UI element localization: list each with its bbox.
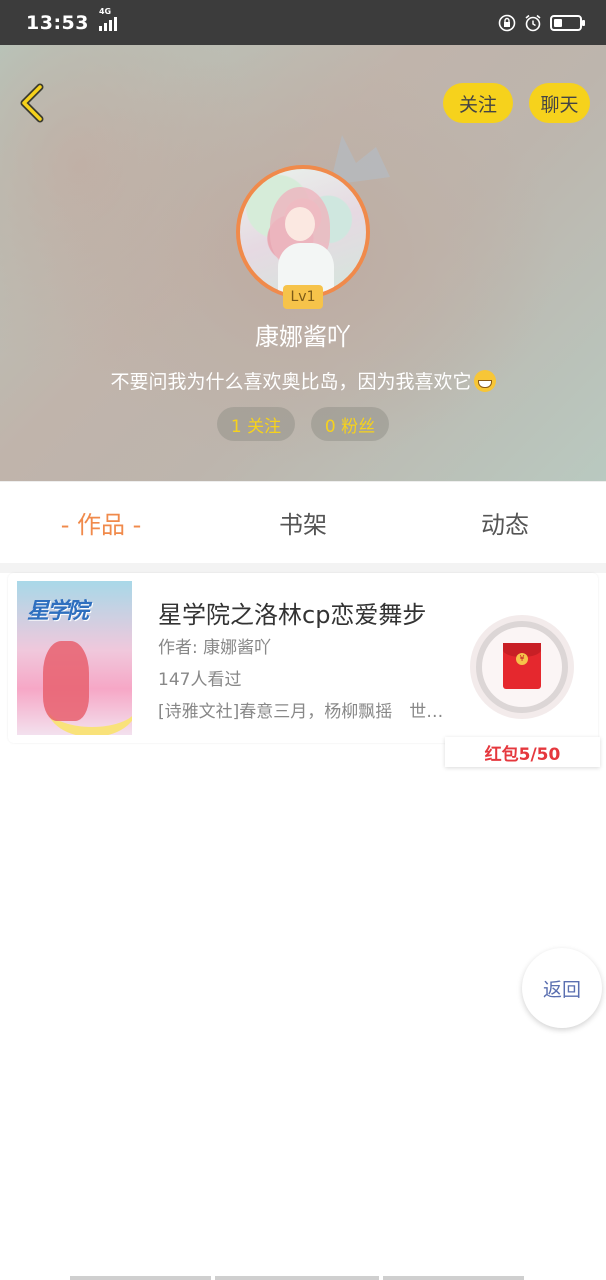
- status-bar: 13:53 4G: [0, 0, 606, 45]
- nickname: 康娜酱吖: [255, 323, 351, 351]
- network-type: 4G: [98, 6, 112, 16]
- return-button[interactable]: 返回: [522, 948, 602, 1028]
- cover-title: 星学院: [27, 599, 89, 624]
- book-cover: 星学院: [17, 581, 132, 735]
- status-right: [498, 14, 585, 32]
- red-envelope-icon: ¥: [503, 643, 541, 689]
- alarm-icon: [525, 14, 541, 31]
- bio: 不要问我为什么喜欢奥比岛，因为我喜欢它: [0, 367, 606, 394]
- status-left: 13:53 4G: [26, 7, 117, 34]
- signal-icon: 4G: [98, 7, 117, 31]
- following-count[interactable]: 1 关注: [217, 407, 295, 441]
- work-title: 星学院之洛林cp恋爱舞步: [158, 601, 427, 629]
- tab-bar: - 作品 - 书架 动态: [0, 481, 606, 563]
- bottom-indicator: [70, 1276, 524, 1280]
- tab-bookshelf[interactable]: 书架: [202, 505, 404, 540]
- tab-activity[interactable]: 动态: [404, 505, 606, 540]
- red-packet-button[interactable]: ¥: [470, 615, 574, 719]
- back-arrow-icon[interactable]: [14, 81, 50, 125]
- fans-count[interactable]: 0 粉丝: [311, 407, 389, 441]
- tab-works[interactable]: - 作品 -: [0, 505, 202, 540]
- bio-text: 不要问我为什么喜欢奥比岛，因为我喜欢它: [110, 371, 472, 393]
- work-views: 147人看过: [158, 670, 242, 690]
- work-author: 作者: 康娜酱吖: [158, 638, 272, 658]
- work-description: [诗雅文社]春意三月，杨柳飘摇 世…: [158, 702, 444, 722]
- chat-button[interactable]: 聊天: [529, 83, 590, 123]
- follow-button[interactable]: 关注: [443, 83, 513, 123]
- battery-icon: [550, 14, 585, 31]
- level-badge: Lv1: [283, 285, 323, 309]
- section-divider: [0, 563, 606, 573]
- status-time: 13:53: [26, 11, 89, 34]
- profile-header: 关注 聊天 Lv1 康娜酱吖 不要问我为什么喜欢奥比岛，因为我喜欢它 1 关注 …: [0, 45, 606, 481]
- grinning-face-icon: [473, 370, 496, 392]
- avatar[interactable]: [236, 165, 370, 299]
- red-packet-label[interactable]: 红包5/50: [445, 737, 600, 767]
- lock-rotation-icon: [498, 14, 516, 31]
